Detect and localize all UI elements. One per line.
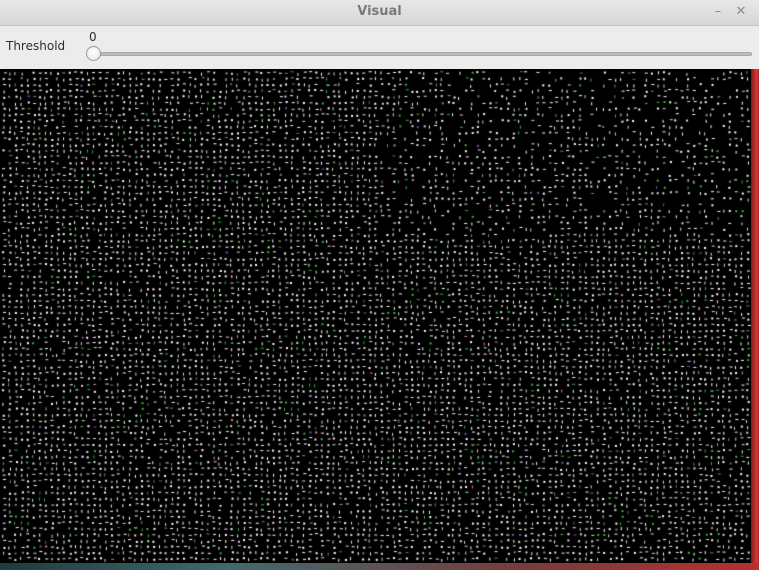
image-edge-right <box>751 69 759 570</box>
threshold-label: Threshold <box>6 39 66 53</box>
minimize-button[interactable]: – <box>710 4 726 20</box>
visualization-area[interactable] <box>0 69 759 570</box>
threshold-slider-handle[interactable] <box>86 46 101 61</box>
threshold-value: 0 <box>89 30 97 44</box>
image-edge-bottom <box>0 563 759 570</box>
close-button[interactable]: ✕ <box>733 4 749 20</box>
title-bar[interactable]: Visual – ✕ <box>0 0 759 26</box>
visualization-canvas[interactable] <box>0 69 751 563</box>
window-title: Visual <box>357 4 402 19</box>
threshold-toolbar: Threshold 0 <box>0 26 759 69</box>
app-window: Visual – ✕ Threshold 0 <box>0 0 759 570</box>
threshold-slider-track[interactable] <box>88 52 752 56</box>
